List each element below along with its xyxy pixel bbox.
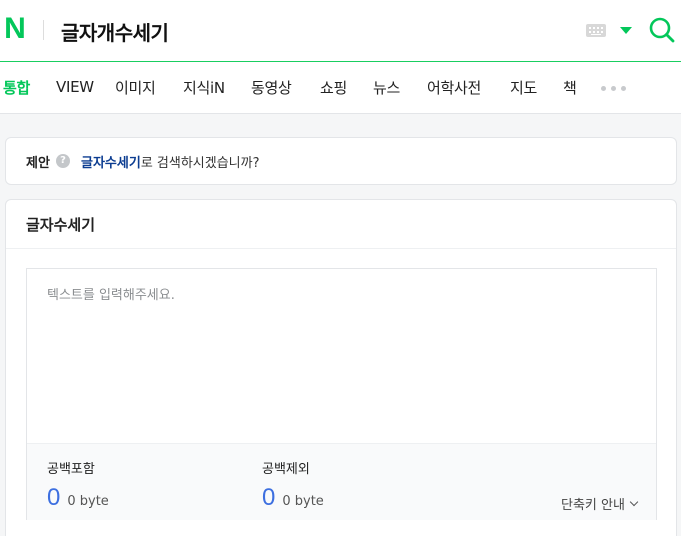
shortcut-guide-label: 단축키 안내 [561, 498, 625, 513]
stat-without-spaces: 공백제외 0 0 byte [262, 458, 324, 510]
logo-text: N [4, 12, 26, 45]
keyboard-icon[interactable] [586, 24, 606, 37]
header: N 글자개수세기 [0, 0, 681, 62]
tab-dictionary[interactable]: 어학사전 [427, 62, 481, 112]
counter-title: 글자수세기 [26, 216, 96, 234]
tab-books[interactable]: 책 [563, 62, 577, 112]
tab-shopping[interactable]: 쇼핑 [320, 62, 347, 112]
suggestion-label: 제안 [26, 156, 50, 171]
tab-map[interactable]: 지도 [510, 62, 537, 112]
without-spaces-bytes: 0 byte [282, 494, 324, 509]
stat-with-spaces: 공백포함 0 0 byte [47, 458, 109, 510]
without-spaces-count: 0 [262, 484, 276, 511]
tab-view[interactable]: VIEW [56, 62, 94, 112]
tab-videos[interactable]: 동영상 [251, 62, 292, 112]
input-tools-arrow-icon[interactable] [620, 27, 632, 34]
suggestion-rest: 로 검색하시겠습니까? [140, 156, 260, 171]
chevron-down-icon [629, 497, 639, 506]
tab-images[interactable]: 이미지 [115, 62, 156, 112]
with-spaces-bytes: 0 byte [67, 494, 109, 509]
search-tabs: 통합 VIEW 이미지 지식iN 동영상 쇼핑 뉴스 어학사전 지도 책 [0, 62, 681, 114]
tab-integrated[interactable]: 통합 [3, 62, 30, 112]
naver-logo[interactable]: N [2, 14, 28, 44]
counter-stats: 공백포함 0 0 byte 공백제외 0 0 byte 단축키 안내 [27, 443, 656, 520]
counter-editor: 공백포함 0 0 byte 공백제외 0 0 byte 단축키 안내 [26, 268, 657, 520]
more-icon[interactable] [601, 86, 626, 91]
without-spaces-label: 공백제외 [262, 462, 310, 477]
tab-news[interactable]: 뉴스 [373, 62, 400, 112]
text-input[interactable] [27, 269, 656, 443]
suggestion-box: 제안 ? 글자수세기로 검색하시겠습니까? [5, 137, 677, 185]
with-spaces-count: 0 [47, 484, 61, 511]
search-query[interactable]: 글자개수세기 [61, 16, 169, 46]
counter-divider [6, 248, 676, 249]
shortcut-guide-button[interactable]: 단축키 안내 [561, 494, 639, 513]
with-spaces-label: 공백포함 [47, 462, 95, 477]
search-icon[interactable] [648, 16, 676, 44]
logo-divider [43, 20, 44, 40]
character-counter-panel: 글자수세기 공백포함 0 0 byte 공백제외 0 0 byte 단축키 안내 [5, 199, 677, 536]
suggestion-text: 글자수세기로 검색하시겠습니까? [81, 152, 260, 171]
suggestion-link[interactable]: 글자수세기 [81, 156, 141, 171]
help-icon[interactable]: ? [56, 154, 70, 168]
tab-knowledge-in[interactable]: 지식iN [183, 62, 225, 112]
